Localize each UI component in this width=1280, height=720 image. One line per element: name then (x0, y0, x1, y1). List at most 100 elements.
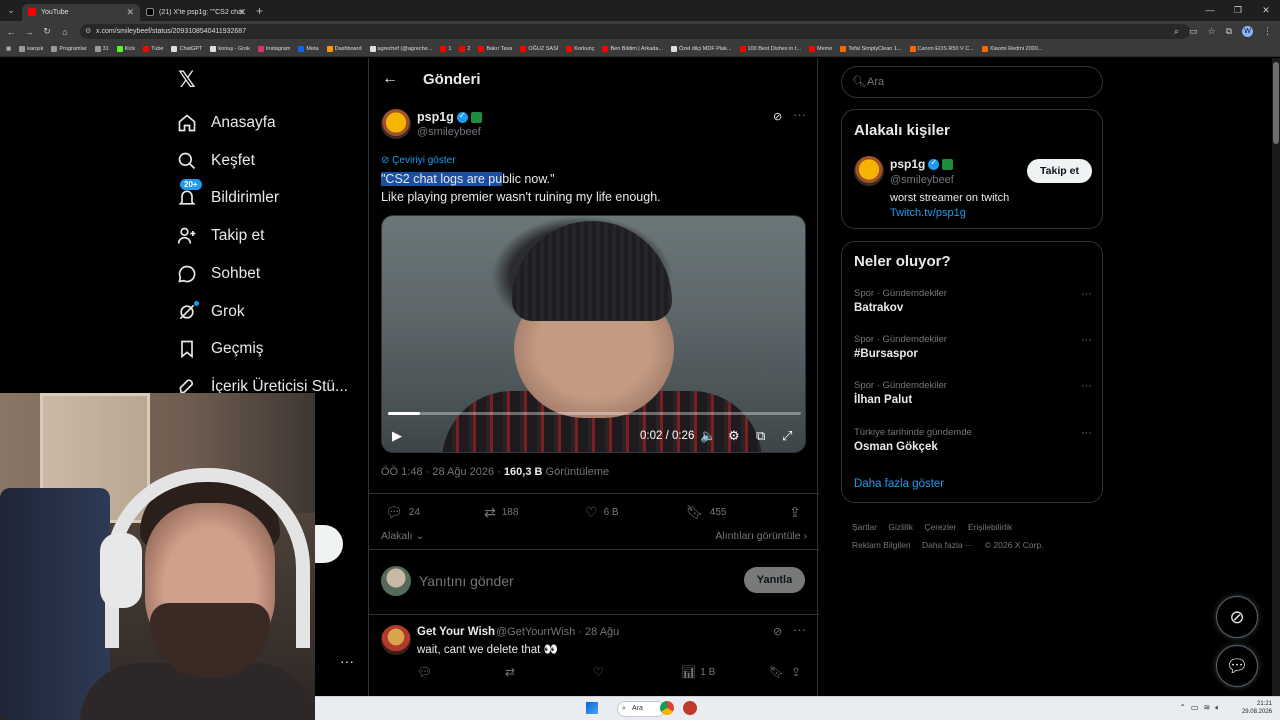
bookmark-item[interactable]: Programlar (51, 46, 87, 52)
cast-icon[interactable]: ▭ (1189, 26, 1198, 37)
bookmark-item[interactable]: Dashboard (326, 46, 362, 52)
play-icon[interactable]: ▶ (392, 428, 402, 444)
nav-item-chat[interactable]: Sohbet (176, 259, 260, 289)
scrollbar-thumb[interactable] (1273, 62, 1279, 144)
repost-button[interactable]: ⇄ 188 (484, 504, 518, 521)
back-icon[interactable]: ← (4, 27, 18, 37)
bookmark-item[interactable]: Kick (116, 46, 135, 52)
more-options-icon[interactable]: ··· (1081, 288, 1092, 300)
sort-dropdown[interactable]: Alakalı ⌄ (381, 530, 424, 542)
footer-link[interactable]: Reklam Bilgileri (852, 540, 911, 550)
footer-link[interactable]: Şartlar (852, 522, 877, 532)
search-input[interactable]: 🔍︎ Ara (841, 66, 1103, 98)
more-options-icon[interactable]: ··· (1081, 427, 1092, 439)
bookmark-item[interactable]: Xiaomi Redmi 2000... (981, 46, 1042, 52)
close-window-icon[interactable]: ✕ (1252, 0, 1280, 21)
volume-icon[interactable]: 🔈︎ (1215, 703, 1220, 713)
footer-link[interactable]: Daha fazla ··· (922, 540, 974, 550)
tab-x-post[interactable]: (21) X'te psp1g: ""CS2 chat logs... ✕ (140, 4, 252, 21)
my-avatar[interactable] (381, 566, 411, 596)
bookmark-item[interactable]: Özel dilçi MDF Plak... (670, 46, 732, 52)
bookmark-item[interactable]: ChatGPT (171, 46, 202, 52)
bookmark-item[interactable]: Korkunç (566, 46, 594, 52)
reply-share-button[interactable]: ⇪ (791, 665, 801, 679)
reply-views-button[interactable]: 📊︎ 1 B (681, 665, 715, 679)
bookmark-item[interactable]: agrechef (@agreche... (369, 46, 432, 52)
fullscreen-icon[interactable]: ⤢ (782, 428, 792, 444)
footer-link[interactable]: Çerezler (924, 522, 956, 532)
bookmark-item[interactable]: Instagram (257, 46, 290, 52)
bookmark-item[interactable]: 31 (94, 46, 109, 52)
reply-author-name[interactable]: Get Your Wish (417, 626, 495, 638)
bookmark-item[interactable]: Canon EOS R50 V C... (909, 46, 974, 52)
related-link[interactable]: Twitch.tv/psp1g (890, 207, 966, 219)
related-avatar[interactable] (854, 156, 884, 186)
nav-item-grok[interactable]: Grok (176, 297, 245, 327)
bookmark-item[interactable]: 2 (459, 46, 470, 52)
reply-author-avatar[interactable] (381, 625, 411, 655)
bookmark-item[interactable]: 1 (440, 46, 451, 52)
more-options-icon[interactable]: ··· (793, 622, 806, 637)
back-arrow-icon[interactable]: ← (382, 70, 398, 88)
grok-explain-icon[interactable]: ⊘ (773, 110, 782, 123)
zoom-icon[interactable]: ⌕ (1174, 26, 1179, 37)
reply-bookmark-button[interactable]: 🔖︎ (769, 665, 784, 679)
reload-icon[interactable]: ↻ (40, 26, 54, 37)
bookmark-item[interactable]: Meta (298, 46, 319, 52)
like-button[interactable]: ♡ 6 B (585, 504, 619, 521)
bookmark-item[interactable]: konuş - Grok (210, 46, 250, 52)
reply-input[interactable]: Yanıtını gönder (419, 573, 514, 589)
pip-icon[interactable]: ⧉ (756, 428, 765, 444)
reply-button[interactable]: 💬︎ 24 (385, 504, 420, 521)
reply-repost-button[interactable]: ⇄ (505, 665, 515, 679)
translate-link[interactable]: ⊘ Çeviriyi göster (381, 155, 456, 166)
menu-icon[interactable]: ⋮ (1263, 26, 1272, 37)
close-tab-icon[interactable]: ✕ (126, 7, 134, 18)
volume-icon[interactable]: 🔈 (700, 428, 716, 444)
video-progress-bar[interactable] (388, 412, 801, 415)
wifi-icon[interactable]: ≋ (1203, 703, 1210, 713)
bookmark-item[interactable]: Meme (809, 46, 832, 52)
author-name[interactable]: psp1g (417, 110, 482, 124)
author-avatar[interactable] (381, 109, 411, 139)
reply-like-button[interactable]: ♡ (593, 665, 604, 679)
url-input[interactable]: ⚙ x.com/smileybeef/status/20931085404119… (80, 24, 1190, 39)
bookmark-item[interactable]: OĞUZ SASİ (520, 46, 558, 52)
grok-fab-button[interactable]: ⊘ (1216, 596, 1258, 638)
tab-search-icon[interactable]: ⌄ (4, 4, 18, 18)
taskbar-clock[interactable]: 21:21 29.08.2026 (1242, 700, 1272, 716)
related-name[interactable]: psp1g (890, 157, 954, 171)
settings-icon[interactable]: ⚙ (728, 428, 740, 444)
trend-item[interactable]: Spor · Gündemdekiler Batrakov ··· (854, 288, 1092, 314)
bookmark-item[interactable]: Bakır Tava (478, 46, 512, 52)
bookmark-item[interactable]: Tube (143, 46, 163, 52)
extensions-icon[interactable]: ⧉ (1226, 26, 1232, 37)
nav-item-notifications[interactable]: 20+ Bildirimler (176, 179, 279, 213)
messages-fab-button[interactable]: 💬︎ (1216, 645, 1258, 687)
profile-avatar[interactable]: W (1242, 26, 1253, 37)
share-button[interactable]: ⇪ (789, 504, 801, 521)
trend-item[interactable]: Spor · Gündemdekiler #Bursaspor ··· (854, 334, 1092, 360)
network-icon[interactable]: ▭ (1191, 703, 1199, 713)
taskbar-search[interactable]: ⌕ Ara (617, 701, 665, 717)
bookmark-item[interactable]: 100 Best Dishes in t... (739, 46, 801, 52)
reply-author-handle[interactable]: @GetYourrWish · 28 Ağu (496, 626, 619, 638)
app-icon[interactable] (683, 701, 697, 715)
new-tab-icon[interactable]: + (256, 4, 263, 18)
reply-item[interactable]: Get Your Wish @GetYourrWish · 28 Ağu wai… (369, 615, 819, 696)
minimize-icon[interactable]: — (1196, 0, 1224, 21)
maximize-icon[interactable]: ❐ (1224, 0, 1252, 21)
apps-icon[interactable]: ▦ (6, 46, 11, 52)
trend-item[interactable]: Spor · Gündemdekiler İlhan Palut ··· (854, 380, 1092, 406)
grok-explain-icon[interactable]: ⊘ (773, 625, 782, 638)
windows-start-icon[interactable] (586, 702, 598, 714)
trend-item[interactable]: Türkiye tarihinde gündemde Osman Gökçek … (854, 427, 1092, 453)
related-handle[interactable]: @smileybeef (890, 174, 954, 186)
more-options-icon[interactable]: ··· (793, 107, 806, 122)
tab-youtube[interactable]: YouTube ✕ (22, 3, 140, 21)
author-handle[interactable]: @smileybeef (417, 126, 481, 138)
footer-link[interactable]: Erişilebilirlik (968, 522, 1012, 532)
close-tab-icon[interactable]: ✕ (238, 7, 246, 18)
bookmark-button[interactable]: 🔖︎ 455 (686, 504, 726, 521)
reply-submit-button[interactable]: Yanıtla (744, 567, 805, 593)
